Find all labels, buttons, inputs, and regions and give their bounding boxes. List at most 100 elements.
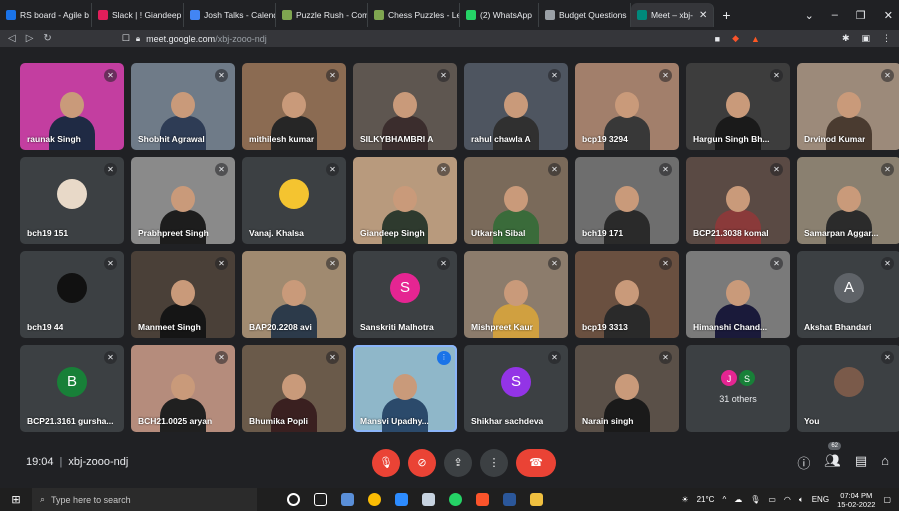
browser-tab[interactable]: Puzzle Rush - Com [276,3,368,27]
chrome-icon[interactable] [368,493,381,506]
meeting-details-icon[interactable]: ⓘ [797,453,810,472]
participant-tile[interactable]: ✕ Utkarsh Sibal [464,157,568,244]
participant-name: Mansvi Upadhy... [360,416,429,426]
participant-tile[interactable]: ✕ You [797,345,899,432]
participant-tile[interactable]: ✕ bcp19 3294 [575,63,679,150]
participant-tile[interactable]: B ✕ BCP21.3161 gursha... [20,345,124,432]
participant-tile[interactable]: ✕ Prabhpreet Singh [131,157,235,244]
participant-tile[interactable]: ✕ Manmeet Singh [131,251,235,338]
speaking-indicator-icon: ⋮ [437,351,451,365]
windows-start-icon[interactable]: ⊞ [0,493,32,506]
brave-shield-icon[interactable]: ◆ [732,33,739,44]
participant-name: Akshat Bhandari [804,322,872,332]
onedrive-icon[interactable]: ☁︎ [734,495,742,504]
participant-tile[interactable]: ✕ BCH21.0025 aryan [131,345,235,432]
browser-tab[interactable]: Josh Talks - Calend [184,3,276,27]
menu-icon[interactable]: ⋮ [882,33,891,44]
zoom-icon[interactable] [395,493,408,506]
participant-tile[interactable]: S ✕ Shikhar sachdeva [464,345,568,432]
bookmark-icon[interactable]: ☐ [122,33,130,44]
participant-tile[interactable]: ✕ BAP20.2208 avi [242,251,346,338]
participant-tile[interactable]: ✕ Vanaj. Khalsa [242,157,346,244]
people-button[interactable]: 👥︎ 62 [824,442,842,472]
participant-tile[interactable]: ⋮ Mansvi Upadhy... [353,345,457,432]
address-bar[interactable]: ☐ 🔒︎ meet.google.com/xbj-zooo-ndj [122,33,705,44]
mic-muted-icon: ✕ [659,163,672,176]
participant-tile[interactable]: ✕ bch19 44 [20,251,124,338]
brave-icon[interactable] [476,493,489,506]
taskbar-search[interactable]: ⌕ Type here to search [32,488,257,511]
mic-muted-icon: ✕ [437,257,450,270]
whatsapp-icon[interactable] [449,493,462,506]
word-icon[interactable] [503,493,516,506]
participant-tile[interactable]: ✕ BCP21.3038 komal [686,157,790,244]
more-options-button[interactable]: ⋮ [480,449,508,477]
camera-off-button[interactable]: ⊘ [408,449,436,477]
mic-muted-icon: ✕ [437,69,450,82]
tab-close-icon[interactable]: ✕ [699,10,707,21]
participant-tile[interactable]: ✕ Hargun Singh Bh... [686,63,790,150]
restore-icon[interactable]: ❐ [856,9,866,22]
participant-tile[interactable]: ✕ bch19 171 [575,157,679,244]
more-vert-icon: ⋮ [488,457,500,469]
extensions-icon[interactable]: ✱ [842,33,850,44]
teams-icon[interactable] [422,493,435,506]
task-view-icon[interactable] [314,493,327,506]
microphone-off-button[interactable]: 🎙︎ [372,449,400,477]
participant-tile[interactable]: ✕ Shobhit Agrawal [131,63,235,150]
chevron-down-icon[interactable]: ⌄ [805,9,814,22]
minimize-icon[interactable]: – [832,9,838,21]
reload-icon[interactable]: ↻ [43,33,51,44]
participant-name: BAP20.2208 avi [249,322,312,332]
new-tab-icon[interactable]: + [714,7,738,23]
participant-tile[interactable]: ✕ SILKYBHAMBRI A [353,63,457,150]
file-explorer-icon[interactable] [530,493,543,506]
activities-icon[interactable]: ⌂ [881,453,889,472]
participant-tile[interactable]: ✕ Mishpreet Kaur [464,251,568,338]
cortana-icon[interactable] [287,493,300,506]
browser-tab[interactable]: Budget Questions [539,3,631,27]
mic-muted-icon: ✕ [215,69,228,82]
participant-tile[interactable]: S ✕ Sanskriti Malhotra [353,251,457,338]
notifications-icon[interactable]: ▢ [883,495,891,504]
browser-tab[interactable]: RS board - Agile b [0,3,92,27]
browser-tab[interactable]: Meet – xbj- ✕ [630,3,715,27]
browser-tab[interactable]: (2) WhatsApp [460,3,539,27]
profile-picture [834,366,864,397]
participant-tile[interactable]: ✕ rahul chawla A [464,63,568,150]
mic-muted-icon: ✕ [326,257,339,270]
brave-rewards-icon[interactable]: ▲ [751,34,760,44]
forward-icon[interactable]: ▷ [26,33,34,44]
participant-tile[interactable]: ✕ bcp19 3313 [575,251,679,338]
volume-icon[interactable]: 🔈︎ [799,495,804,505]
participant-tile[interactable]: ✕ Bhumika Popli [242,345,346,432]
chat-icon[interactable]: ▤ [855,453,867,472]
participant-tile[interactable]: J S 31 others [686,345,790,432]
profile-picture [57,178,87,209]
camera-indicator-icon[interactable]: ■ [715,34,720,44]
mic-tray-icon[interactable]: 🎙︎ [750,495,760,504]
wifi-icon[interactable]: ◠ [784,495,791,504]
calculator-icon[interactable] [341,493,354,506]
system-clock[interactable]: 07:04 PM 15-02-2022 [837,491,875,509]
participant-tile[interactable]: ✕ mithilesh kumar [242,63,346,150]
cast-icon[interactable]: ▣ [861,33,870,44]
browser-tab[interactable]: Chess Puzzles - Le [368,3,460,27]
back-icon[interactable]: ◁ [8,33,16,44]
participant-tile[interactable]: ✕ raunak Singh [20,63,124,150]
participant-tile[interactable]: ✕ Narain singh [575,345,679,432]
present-screen-button[interactable]: ⇪ [444,449,472,477]
close-icon[interactable]: ✕ [884,9,893,22]
leave-call-button[interactable]: ☎︎ [516,449,556,477]
participant-tile[interactable]: ✕ Himanshi Chand... [686,251,790,338]
participant-tile[interactable]: ✕ Samarpan Aggar... [797,157,899,244]
language-indicator[interactable]: ENG [812,495,829,504]
tray-overflow-icon[interactable]: ^ [722,495,726,504]
participant-grid: ✕ raunak Singh ✕ Shobhit Agrawal ✕ mithilesh … [20,63,899,439]
browser-tab[interactable]: Slack | ! Giandeep [92,3,184,27]
battery-icon[interactable]: ▭ [768,495,776,504]
participant-tile[interactable]: ✕ Giandeep Singh [353,157,457,244]
participant-tile[interactable]: A ✕ Akshat Bhandari [797,251,899,338]
participant-tile[interactable]: ✕ bch19 151 [20,157,124,244]
participant-tile[interactable]: ✕ Drvinod Kumar [797,63,899,150]
